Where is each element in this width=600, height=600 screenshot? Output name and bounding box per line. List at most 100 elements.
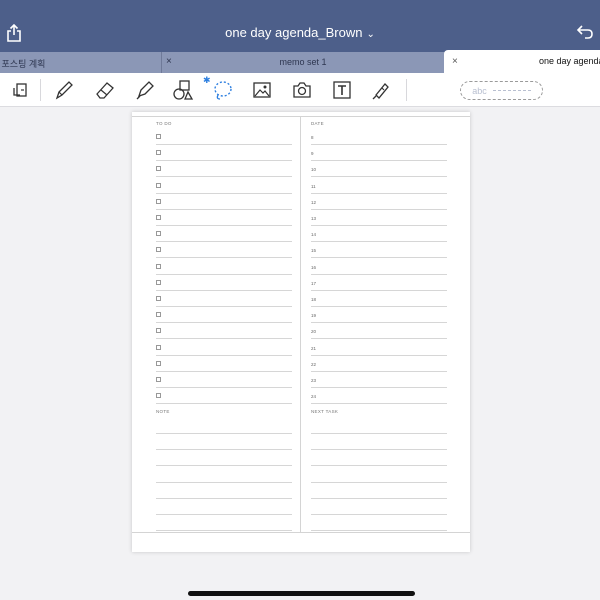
schedule-row[interactable]: 15	[311, 242, 447, 259]
highlighter-tool-button[interactable]	[133, 78, 157, 102]
schedule-row[interactable]: 22	[311, 356, 447, 372]
todo-checkbox[interactable]	[156, 279, 161, 285]
todo-checkbox[interactable]	[156, 247, 161, 253]
todo-row[interactable]	[156, 161, 292, 178]
todo-checkbox[interactable]	[156, 360, 161, 366]
toolbar-separator	[40, 79, 41, 101]
schedule-row[interactable]: 24	[311, 388, 447, 405]
planner-page[interactable]: TO DO DATE NOTE NEXT TASK 8 9 10 11 12 13 14 15…	[132, 112, 470, 552]
next-task-row[interactable]	[311, 418, 447, 434]
todo-checkbox[interactable]	[156, 312, 161, 318]
schedule-row[interactable]: 19	[311, 307, 447, 324]
image-icon	[253, 82, 271, 98]
schedule-row[interactable]: 9	[311, 145, 447, 162]
schedule-row[interactable]: 23	[311, 372, 447, 388]
todo-row[interactable]	[156, 323, 292, 340]
todo-row[interactable]	[156, 145, 292, 162]
pen-tool-button[interactable]	[52, 78, 76, 102]
next-task-row[interactable]	[311, 515, 447, 532]
document-title: one day agenda_Brown	[225, 25, 363, 40]
hour-label: 8	[311, 135, 314, 140]
todo-row[interactable]	[156, 275, 292, 291]
todo-checkbox[interactable]	[156, 328, 161, 334]
note-row[interactable]	[156, 483, 292, 499]
todo-row[interactable]	[156, 356, 292, 372]
todo-row[interactable]	[156, 226, 292, 243]
title-bar: one day agenda_Brown ⌄	[0, 0, 600, 52]
tab-posting-plan[interactable]: g 포스팅 계획	[0, 52, 162, 73]
todo-checkbox[interactable]	[156, 344, 161, 350]
schedule-row[interactable]: 20	[311, 323, 447, 340]
note-row[interactable]	[156, 434, 292, 451]
next-task-row[interactable]	[311, 483, 447, 499]
page-bottom-rule	[132, 532, 470, 533]
next-task-row[interactable]	[311, 434, 447, 451]
note-row[interactable]	[156, 418, 292, 434]
hour-label: 12	[311, 199, 317, 205]
todo-checkbox[interactable]	[156, 150, 161, 156]
schedule-row[interactable]: 11	[311, 178, 447, 194]
tab-close-button[interactable]: ×	[452, 56, 458, 67]
todo-row[interactable]	[156, 129, 292, 145]
document-title-button[interactable]: one day agenda_Brown ⌄	[0, 25, 600, 40]
todo-checkbox[interactable]	[156, 166, 161, 172]
todo-row[interactable]	[156, 307, 292, 324]
todo-row[interactable]	[156, 291, 292, 307]
todo-checkbox[interactable]	[156, 377, 161, 382]
todo-row[interactable]	[156, 178, 292, 194]
todo-row[interactable]	[156, 388, 292, 405]
app: one day agenda_Brown⌄ g 포스팅 계획 × memo se…	[0, 0, 600, 600]
todo-row[interactable]	[156, 210, 292, 226]
hour-label: 14	[311, 232, 317, 238]
todo-row[interactable]	[156, 340, 292, 356]
page-column-divider	[300, 116, 301, 532]
tab-label: g 포스팅 계획	[0, 59, 46, 69]
todo-checkbox[interactable]	[156, 215, 161, 220]
todo-label: TO DO	[156, 121, 172, 126]
image-tool-button[interactable]	[250, 78, 274, 102]
text-input-field[interactable]: abc	[460, 81, 543, 100]
home-indicator	[188, 591, 415, 596]
next-task-row[interactable]	[311, 467, 447, 483]
schedule-row[interactable]: 21	[311, 340, 447, 356]
schedule-row[interactable]: 18	[311, 291, 447, 307]
highlighter-icon	[136, 81, 154, 100]
page-export-button[interactable]	[9, 78, 33, 102]
schedule-row[interactable]: 16	[311, 259, 447, 275]
note-row[interactable]	[156, 467, 292, 483]
tab-memo-set[interactable]: × memo set 1	[162, 52, 444, 73]
note-row[interactable]	[156, 499, 292, 515]
todo-row[interactable]	[156, 372, 292, 388]
schedule-row[interactable]: 8	[311, 129, 447, 145]
text-tool-button[interactable]	[330, 78, 354, 102]
todo-row[interactable]	[156, 194, 292, 210]
laser-pointer-tool-button[interactable]	[369, 78, 393, 102]
todo-row[interactable]	[156, 242, 292, 259]
next-task-row[interactable]	[311, 499, 447, 515]
undo-button[interactable]	[576, 24, 594, 40]
lasso-tool-button[interactable]	[211, 78, 235, 102]
schedule-row[interactable]: 13	[311, 210, 447, 226]
next-task-label: NEXT TASK	[311, 409, 339, 414]
todo-checkbox[interactable]	[156, 182, 161, 188]
eraser-tool-button[interactable]	[93, 78, 117, 102]
schedule-row[interactable]: 14	[311, 226, 447, 243]
todo-checkbox[interactable]	[156, 231, 161, 237]
next-task-row[interactable]	[311, 450, 447, 467]
shapes-tool-button[interactable]	[171, 78, 195, 102]
todo-checkbox[interactable]	[156, 296, 161, 301]
todo-checkbox[interactable]	[156, 134, 161, 139]
todo-row[interactable]	[156, 259, 292, 275]
note-row[interactable]	[156, 515, 292, 532]
camera-tool-button[interactable]	[290, 78, 314, 102]
note-row[interactable]	[156, 450, 292, 467]
todo-checkbox[interactable]	[156, 263, 161, 269]
todo-checkbox[interactable]	[156, 393, 161, 399]
hour-label: 19	[311, 313, 317, 319]
schedule-row[interactable]: 10	[311, 161, 447, 178]
tab-one-day-agenda[interactable]: × one day agenda	[444, 50, 600, 74]
text-field-placeholder: abc	[472, 85, 487, 96]
schedule-row[interactable]: 17	[311, 275, 447, 291]
todo-checkbox[interactable]	[156, 198, 161, 204]
schedule-row[interactable]: 12	[311, 194, 447, 210]
